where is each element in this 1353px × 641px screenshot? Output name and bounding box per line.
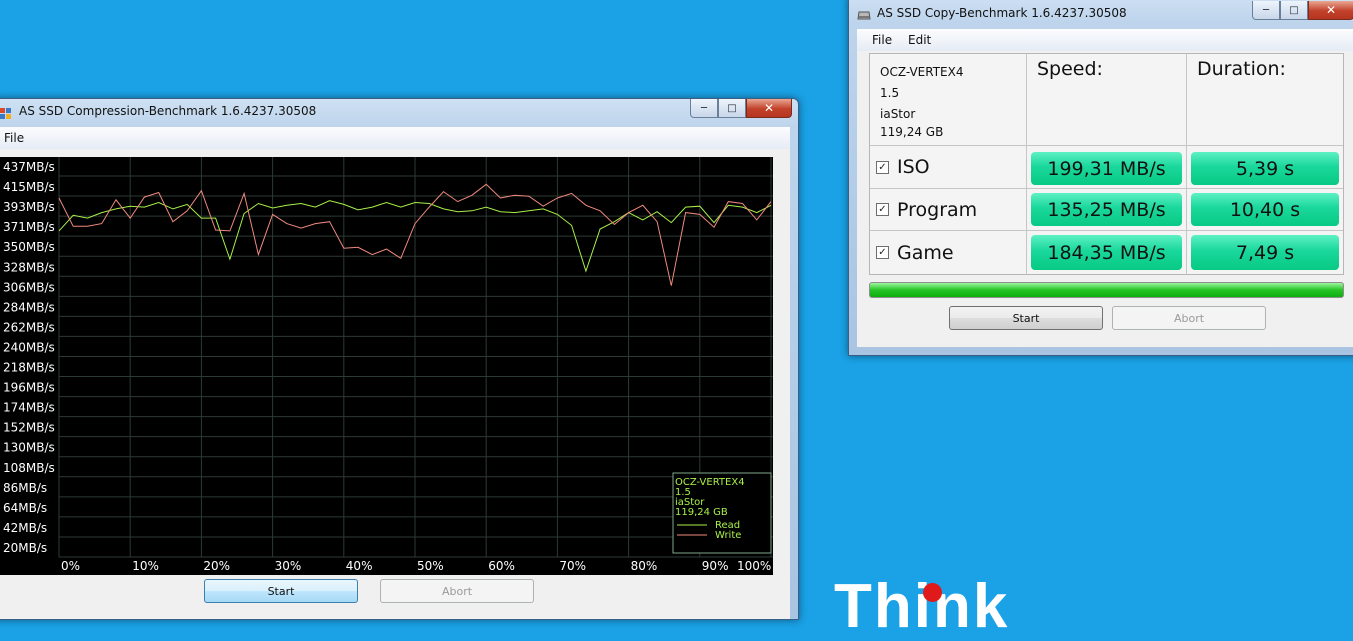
window-title: AS SSD Copy-Benchmark 1.6.4237.30508 [877, 6, 1127, 20]
minimize-button[interactable]: ─ [1252, 1, 1280, 20]
copy-client-area: File Edit OCZ-VERTEX4 1.5 iaStor 119,24 … [857, 29, 1353, 347]
device-driver: iaStor [880, 107, 916, 121]
drive-icon [857, 7, 871, 21]
title-bar[interactable]: AS SSD Compression-Benchmark 1.6.4237.30… [0, 99, 798, 127]
speed-header: Speed: [1027, 54, 1187, 146]
x-tick-label: 40% [346, 559, 373, 573]
wallpaper-brand-dot [923, 583, 942, 602]
x-tick-label: 10% [132, 559, 159, 573]
row-program-label: ✓ Program [870, 189, 1027, 231]
menu-bar: File [0, 127, 790, 149]
row-game-label: ✓ Game [870, 231, 1027, 274]
game-duration-cell: 7,49 s [1187, 231, 1343, 274]
minimize-icon: ─ [700, 102, 708, 114]
y-tick-label: 64MB/s [3, 501, 47, 515]
device-size: 119,24 GB [880, 125, 944, 139]
x-tick-label: 50% [417, 559, 444, 573]
start-button[interactable]: Start [204, 579, 358, 603]
abort-button[interactable]: Abort [380, 579, 534, 603]
copy-benchmark-window: AS SSD Copy-Benchmark 1.6.4237.30508 ─ □… [848, 0, 1353, 356]
wallpaper-brand-text: Think [834, 572, 1010, 641]
program-speed-cell: 135,25 MB/s [1027, 189, 1187, 231]
x-tick-label: 20% [203, 559, 230, 573]
y-tick-label: 350MB/s [3, 240, 55, 254]
iso-speed-cell: 199,31 MB/s [1027, 146, 1187, 189]
device-info: OCZ-VERTEX4 1.5 iaStor 119,24 GB [870, 54, 1027, 146]
y-tick-label: 262MB/s [3, 320, 55, 334]
compression-benchmark-window: AS SSD Compression-Benchmark 1.6.4237.30… [0, 98, 799, 620]
x-tick-label: 100% [737, 559, 771, 573]
x-tick-label: 90% [702, 559, 729, 573]
program-duration-cell: 10,40 s [1187, 189, 1343, 231]
close-icon: ✕ [1325, 3, 1337, 17]
legend-write-label: Write [715, 530, 741, 541]
maximize-button[interactable]: □ [1280, 1, 1308, 20]
maximize-button[interactable]: □ [718, 99, 746, 118]
game-duration-value: 7,49 s [1191, 235, 1339, 270]
results-table: OCZ-VERTEX4 1.5 iaStor 119,24 GB Speed: … [869, 53, 1344, 275]
y-tick-label: 328MB/s [3, 260, 55, 274]
y-tick-label: 86MB/s [3, 481, 47, 495]
y-tick-label: 218MB/s [3, 361, 55, 375]
compression-chart: 437MB/s 415MB/s 393MB/s 371MB/s 350MB/s 328MB… [0, 157, 773, 575]
menu-edit[interactable]: Edit [908, 33, 931, 47]
close-button[interactable]: ✕ [746, 99, 792, 118]
program-speed-value: 135,25 MB/s [1031, 193, 1182, 226]
compression-chart-svg: 437MB/s 415MB/s 393MB/s 371MB/s 350MB/s 328MB… [3, 157, 773, 573]
window-title: AS SSD Compression-Benchmark 1.6.4237.30… [19, 104, 317, 118]
game-checkbox[interactable]: ✓ [876, 246, 889, 259]
close-icon: ✕ [763, 101, 775, 115]
x-tick-label: 60% [488, 559, 515, 573]
y-tick-label: 284MB/s [3, 300, 55, 314]
y-tick-label: 196MB/s [3, 381, 55, 395]
program-checkbox[interactable]: ✓ [876, 203, 889, 216]
program-duration-value: 10,40 s [1191, 193, 1339, 226]
app-icon [0, 105, 13, 119]
close-button[interactable]: ✕ [1308, 1, 1353, 20]
x-tick-label: 0% [61, 559, 80, 573]
title-bar[interactable]: AS SSD Copy-Benchmark 1.6.4237.30508 ─ □… [849, 1, 1353, 29]
menu-file[interactable]: File [872, 33, 892, 47]
y-tick-label: 306MB/s [3, 280, 55, 294]
y-tick-label: 20MB/s [3, 541, 47, 555]
game-label: Game [897, 241, 954, 264]
x-tick-label: 30% [275, 559, 302, 573]
y-tick-label: 174MB/s [3, 401, 55, 415]
y-tick-label: 371MB/s [3, 220, 55, 234]
y-tick-label: 240MB/s [3, 340, 55, 354]
iso-duration-value: 5,39 s [1191, 152, 1339, 185]
legend-device-text: 119,24 GB [675, 507, 728, 518]
row-iso-label: ✓ ISO [870, 146, 1027, 189]
device-firmware: 1.5 [880, 86, 900, 100]
menu-file[interactable]: File [4, 131, 24, 145]
y-tick-label: 42MB/s [3, 521, 47, 535]
x-tick-label: 70% [559, 559, 586, 573]
maximize-icon: □ [727, 102, 737, 114]
iso-checkbox[interactable]: ✓ [876, 160, 889, 174]
game-speed-value: 184,35 MB/s [1031, 235, 1182, 270]
start-button[interactable]: Start [949, 306, 1103, 330]
duration-header: Duration: [1187, 54, 1343, 146]
compression-client-area: File 437MB/s 415MB/s 393MB/s 371MB/s 350MB/s… [0, 127, 790, 619]
progress-bar [869, 282, 1344, 298]
game-speed-cell: 184,35 MB/s [1027, 231, 1187, 274]
abort-button[interactable]: Abort [1112, 306, 1266, 330]
maximize-icon: □ [1289, 4, 1299, 16]
iso-label: ISO [897, 156, 930, 178]
iso-speed-value: 199,31 MB/s [1031, 152, 1182, 185]
program-label: Program [897, 198, 978, 221]
x-tick-label: 80% [631, 559, 658, 573]
minimize-button[interactable]: ─ [690, 99, 718, 118]
y-tick-label: 437MB/s [3, 160, 55, 174]
iso-duration-cell: 5,39 s [1187, 146, 1343, 189]
minimize-icon: ─ [1262, 4, 1270, 16]
y-tick-label: 393MB/s [3, 200, 55, 214]
menu-bar: File Edit [857, 29, 1353, 51]
y-tick-label: 415MB/s [3, 180, 55, 194]
device-name: OCZ-VERTEX4 [880, 65, 964, 79]
y-tick-label: 152MB/s [3, 421, 55, 435]
y-tick-label: 130MB/s [3, 441, 55, 455]
y-tick-label: 108MB/s [3, 461, 55, 475]
